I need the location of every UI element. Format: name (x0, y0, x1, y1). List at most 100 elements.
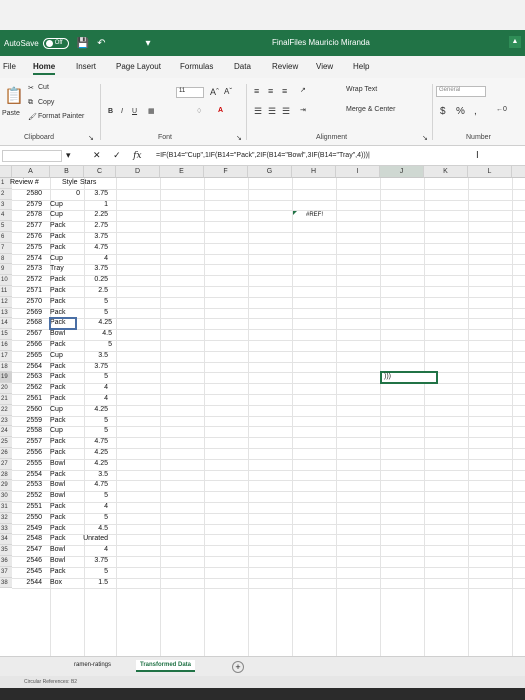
cell-style[interactable]: Pack (50, 534, 74, 545)
cell-stars[interactable]: 4.25 (78, 405, 108, 416)
alignment-launcher-icon[interactable]: ↘ (422, 134, 428, 142)
cell-review-number[interactable]: 2562 (14, 383, 42, 394)
undo-icon[interactable]: ↶ (97, 38, 105, 49)
insert-function-button[interactable]: fx (133, 151, 141, 161)
copy-button[interactable]: Copy (38, 99, 54, 106)
cell-review-number[interactable]: 2552 (14, 491, 42, 502)
cell-style[interactable]: Bowl (50, 480, 74, 491)
cell-review-number[interactable]: 2569 (14, 308, 42, 319)
cell-style[interactable]: Bowl (50, 556, 74, 567)
cell-stars[interactable]: Unrated (78, 534, 108, 545)
customize-qat-icon[interactable]: ▾ (146, 38, 151, 49)
cell-stars[interactable]: 4.75 (78, 437, 108, 448)
row-header-15[interactable]: 15 (0, 329, 12, 340)
cell-stars[interactable]: 4.25 (78, 448, 108, 459)
row-header-24[interactable]: 24 (0, 426, 12, 438)
cell-style[interactable]: Box (50, 578, 74, 589)
cell-stars[interactable]: 1 (78, 200, 108, 211)
row-header-10[interactable]: 10 (0, 275, 12, 286)
row-header-5[interactable]: 5 (0, 221, 12, 232)
row-header-32[interactable]: 32 (0, 512, 12, 524)
row-header-36[interactable]: 36 (0, 556, 12, 567)
cell-stars[interactable]: 5 (78, 416, 108, 427)
cell-review-number[interactable]: 2570 (14, 297, 42, 308)
row-header-35[interactable]: 35 (0, 545, 12, 556)
tab-page-layout[interactable]: Page Layout (116, 62, 161, 71)
cell-style[interactable]: Pack (50, 362, 74, 373)
cell-stars[interactable]: 3.5 (78, 470, 108, 481)
cell-review-number[interactable]: 2574 (14, 254, 42, 265)
borders-icon[interactable]: ▦ (148, 107, 155, 115)
cell-stars[interactable]: 4.75 (78, 243, 108, 254)
cell-review-number[interactable]: 2553 (14, 480, 42, 491)
cell-stars[interactable]: 5 (78, 308, 108, 319)
column-header-h[interactable]: H (292, 166, 336, 178)
column-header-e[interactable]: E (160, 166, 204, 178)
column-header-b[interactable]: B (50, 166, 84, 178)
row-header-16[interactable]: 16 (0, 340, 12, 351)
cell-review-number[interactable]: 2546 (14, 556, 42, 567)
cell-review-number[interactable]: 2580 (14, 189, 42, 200)
indent-icon[interactable]: ⇥ (300, 106, 306, 114)
cell-stars[interactable]: 2.5 (78, 286, 108, 297)
align-right-icon[interactable]: ☰ (282, 106, 290, 117)
cell-stars[interactable]: 5 (78, 567, 108, 578)
cell-review-number[interactable]: 2555 (14, 459, 42, 470)
cell-review-number[interactable]: 2560 (14, 405, 42, 416)
row-header-7[interactable]: 7 (0, 242, 12, 254)
cell-review-number[interactable]: 2545 (14, 567, 42, 578)
number-format-box[interactable]: General (436, 86, 486, 97)
name-box-dropdown-icon[interactable]: ▾ (66, 150, 71, 160)
column-header-a[interactable]: A (12, 166, 50, 178)
cell-style[interactable]: Bowl (50, 545, 74, 556)
cell-review-number[interactable]: 2550 (14, 513, 42, 524)
cell-style[interactable]: Cup (50, 254, 74, 265)
cell-stars[interactable]: 4 (78, 502, 108, 513)
cell-review-number[interactable]: 2577 (14, 221, 42, 232)
cell-review-number[interactable]: 2554 (14, 470, 42, 481)
align-center-icon[interactable]: ☰ (268, 106, 276, 117)
cell-stars[interactable]: 4.5 (82, 329, 112, 340)
cell-review-number[interactable]: 2579 (14, 200, 42, 211)
document-title[interactable]: FinalFiles Mauricio Miranda (272, 38, 370, 47)
cut-button[interactable]: Cut (38, 84, 49, 91)
orientation-icon[interactable]: ↗ (300, 86, 306, 94)
row-header-20[interactable]: 20 (0, 383, 12, 394)
cell-review-number[interactable]: 2558 (14, 426, 42, 437)
row-header-37[interactable]: 37 (0, 566, 12, 578)
cell-stars[interactable]: 4 (78, 383, 108, 394)
sheet-tab-ramen-ratings[interactable]: ramen-ratings (70, 660, 115, 670)
grow-font-icon[interactable]: Aˆ (210, 87, 219, 97)
row-header-33[interactable]: 33 (0, 523, 12, 535)
row-header-31[interactable]: 31 (0, 502, 12, 513)
cell-style[interactable]: Tray (50, 264, 74, 275)
tab-data[interactable]: Data (234, 62, 251, 71)
column-header-g[interactable]: G (248, 166, 292, 178)
font-size-box[interactable]: 11 (176, 87, 204, 98)
cell-style[interactable]: Pack (50, 502, 74, 513)
row-header-28[interactable]: 28 (0, 469, 12, 481)
spreadsheet-grid[interactable]: ABCDEFGHIJKLM123456789101112131415161718… (0, 166, 525, 656)
underline-button[interactable]: U (132, 108, 137, 115)
copy-icon[interactable]: ⧉ (28, 99, 33, 107)
cell-stars[interactable]: 2.25 (78, 210, 108, 221)
row-header-6[interactable]: 6 (0, 232, 12, 243)
cell-stars[interactable]: 5 (82, 340, 112, 351)
column-header-m[interactable]: M (512, 166, 525, 178)
cell-review-number[interactable]: 2548 (14, 534, 42, 545)
cancel-icon[interactable]: ✕ (93, 150, 101, 160)
cell-review-number[interactable]: 2571 (14, 286, 42, 297)
row-header-11[interactable]: 11 (0, 286, 12, 297)
cell-stars[interactable]: 2.75 (78, 221, 108, 232)
font-color-icon[interactable]: A (218, 107, 223, 114)
cut-icon[interactable]: ✂ (28, 84, 34, 92)
cell-review-number[interactable]: 2576 (14, 232, 42, 243)
cell-style[interactable]: 0 (50, 189, 80, 200)
cell-stars[interactable]: 1.5 (78, 578, 108, 589)
error-cell[interactable]: #REF! (306, 210, 346, 221)
cell-style[interactable]: Pack (50, 524, 74, 535)
cell-style[interactable]: Pack (50, 340, 74, 351)
name-box[interactable] (2, 150, 62, 162)
cell-review-number[interactable]: 2544 (14, 578, 42, 589)
cell-style[interactable]: Bowl (50, 329, 74, 340)
